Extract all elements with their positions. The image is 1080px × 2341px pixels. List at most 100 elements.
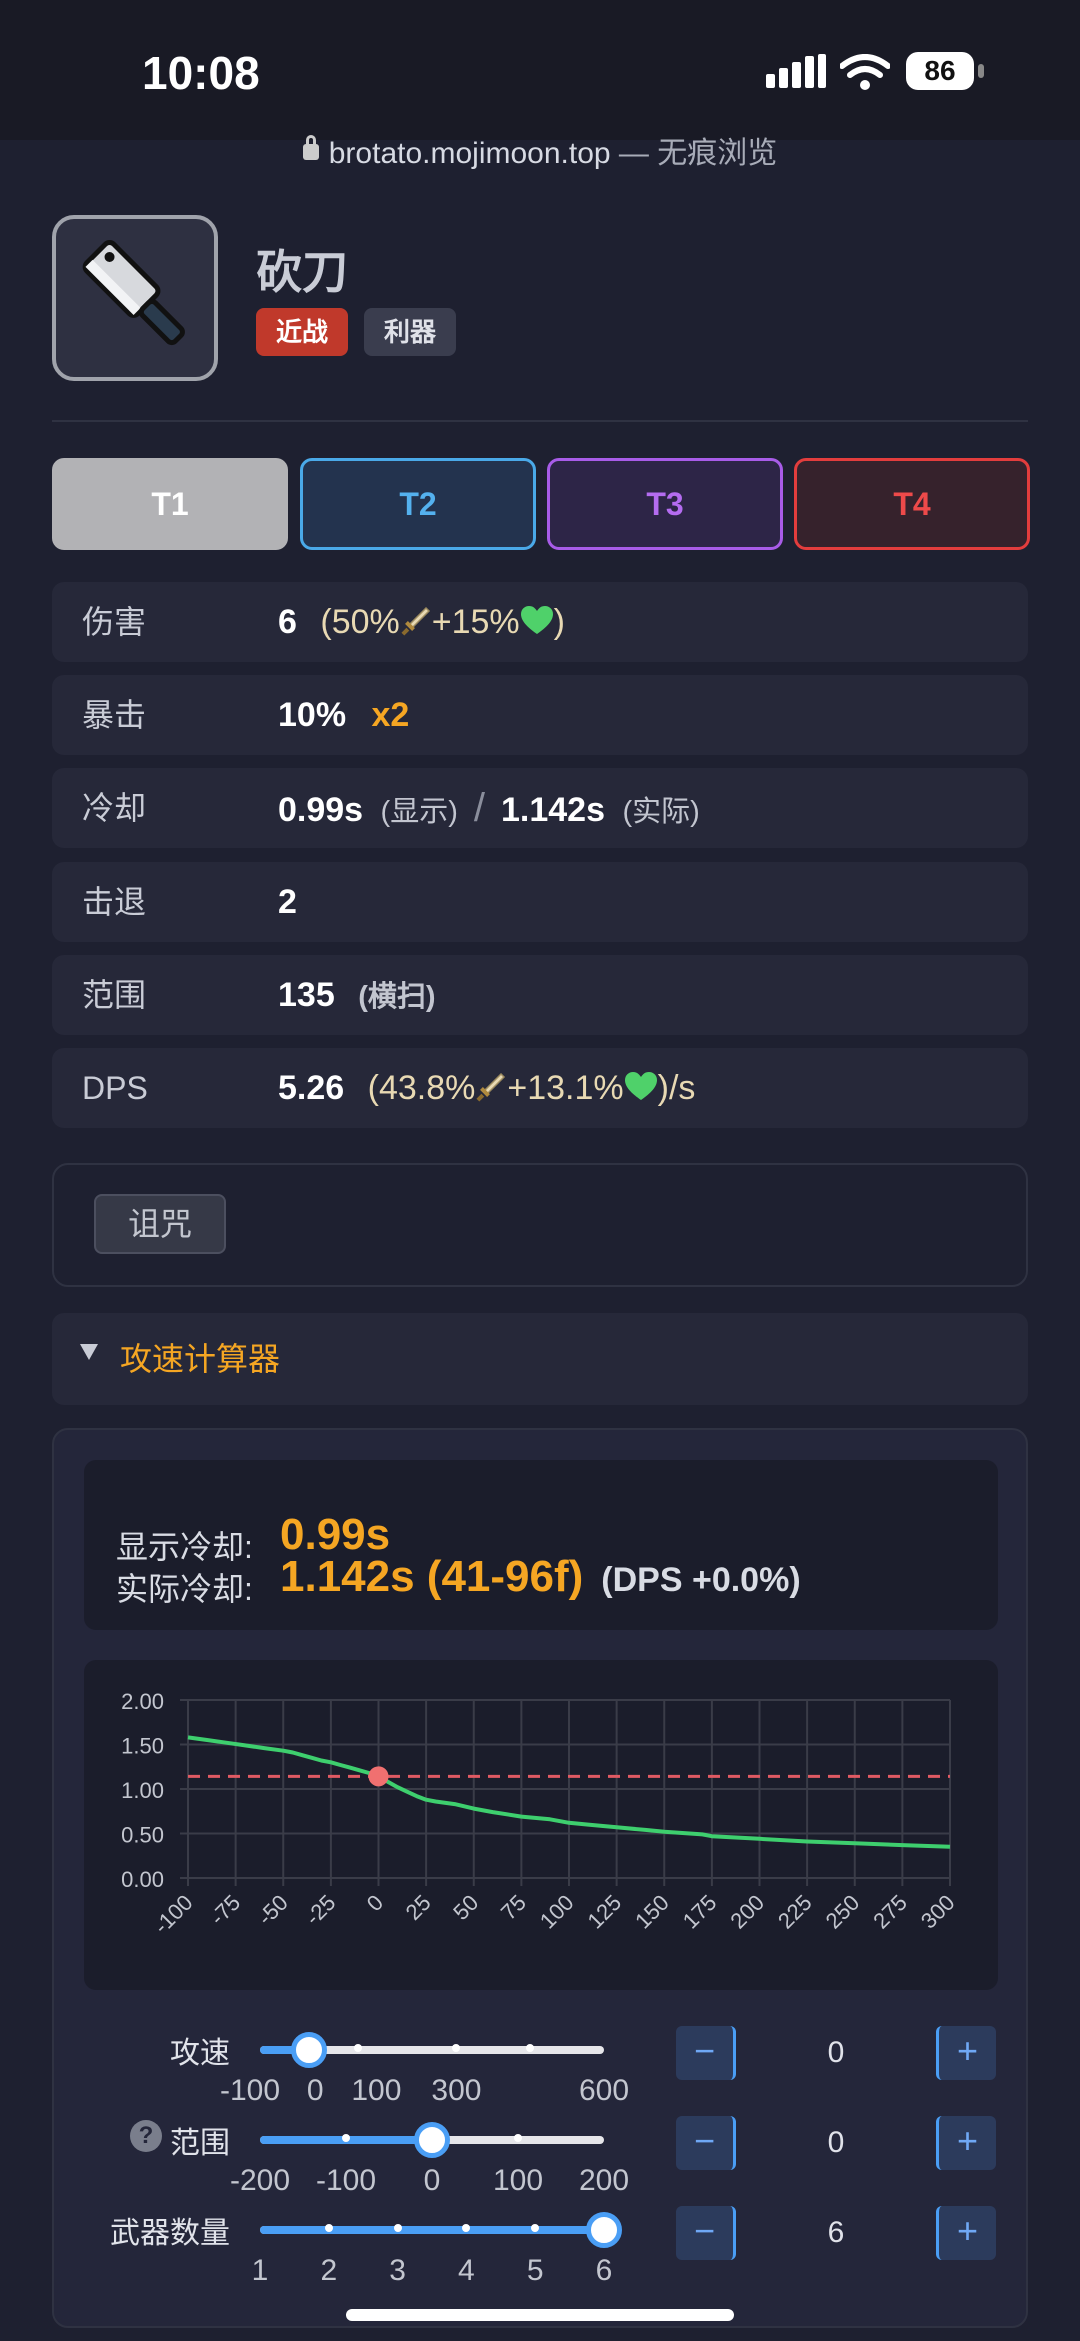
cooldown-actual: 1.142s [501,791,605,829]
chart-x-tick-label: 50 [448,1890,483,1925]
stat-row-crit: 暴击 10% x2 [52,675,1028,755]
curse-button[interactable]: 诅咒 [94,1194,226,1254]
slider-tick-label: 1 [251,2254,269,2287]
url-bar[interactable]: brotato.mojimoon.top — 无痕浏览 [0,128,1080,178]
cooldown-shown: 0.99s [278,791,364,829]
chart-x-tick-label: 75 [496,1890,531,1925]
divider [52,420,1028,422]
cooldown-separator: / [473,786,485,830]
slider-step-dot [324,2224,333,2232]
stat-row-dps: DPS 5.26 (43.8% +13.1%)/s [52,1048,1028,1128]
slider-tick-label: 200 [578,2164,630,2197]
wifi-icon [840,54,890,90]
chart-x-tick-label: 0 [362,1890,388,1916]
weapon-count-value: 6 [827,2216,845,2249]
cooldown-shown-note: (显示) [380,796,458,828]
cleaver-icon [52,215,218,381]
help-icon[interactable]: ? [130,2120,162,2152]
tab-tier-2[interactable]: T2 [300,458,536,550]
chart-y-tick-label: 0.00 [121,1867,164,1892]
chart-x-tick-label: -75 [205,1890,245,1930]
tab-tier-1[interactable]: T1 [52,458,288,550]
home-indicator [346,2309,734,2321]
damage-scaling-plus: +15% [431,603,520,641]
tab-tier-4[interactable]: T4 [794,458,1030,550]
slider-tick-label: -100 [219,2074,281,2107]
attack-speed-value: 0 [827,2036,845,2069]
attack-speed-decrement-button[interactable]: − [676,2026,736,2080]
shown-cooldown-label: 显示冷却: [116,1529,253,1565]
slider-step-dot [514,2134,522,2142]
slider-tick-label: 100 [351,2074,402,2107]
slider-step-dot [452,2044,461,2052]
attack-speed-increment-button[interactable]: + [936,2026,996,2080]
private-mode-label: — 无痕浏览 [610,137,778,170]
chart-y-tick-label: 1.50 [121,1734,164,1759]
range-slider[interactable] [260,2122,604,2158]
tab-tier-3[interactable]: T3 [547,458,783,550]
weapon-count-increment-button[interactable]: + [936,2206,996,2260]
damage-scaling-open: (50% [320,603,400,641]
attack-speed-slider[interactable] [260,2032,604,2068]
tag-melee: 近战 [256,308,349,356]
chart-x-tick-label: 175 [678,1890,722,1934]
weapon-count-slider[interactable] [260,2212,622,2248]
dps-scaling-plus: +13.1% [507,1069,624,1107]
chart-x-tick-label: 250 [821,1890,865,1934]
attack-speed-calculator-toggle[interactable]: 攻速计算器 [52,1313,1028,1405]
status-time: 10:08 [142,47,260,99]
battery-level: 86 [906,52,974,90]
melee-damage-icon [401,606,430,636]
chart-x-tick-label: -50 [253,1890,293,1930]
stat-label: 伤害 [82,604,147,640]
slider-tick-label: 0 [423,2164,441,2197]
range-label: 范围 [170,2127,230,2160]
stat-row-cooldown: 冷却 0.99s (显示) / 1.142s (实际) [52,768,1028,848]
knockback-value: 2 [278,883,297,921]
chart-current-point [368,1766,389,1787]
dps-scaling-close: )/s [657,1069,696,1107]
range-type: (横扫) [358,981,436,1013]
curse-section: 诅咒 [52,1163,1028,1287]
chart-x-tick-label: -100 [149,1890,198,1939]
tag-sharp: 利器 [364,308,457,356]
chart-x-tick-label: 25 [401,1890,436,1925]
weapon-count-decrement-button[interactable]: − [676,2206,736,2260]
range-increment-button[interactable]: + [936,2116,996,2170]
stat-row-knockback: 击退 2 [52,862,1028,942]
crit-chance: 10% [278,696,347,734]
cooldown-chart: 2.00 1.50 1.00 0.50 0.00 -100 -75 -50 -25 0 25 50 75… [84,1660,998,1990]
cooldown-actual-note: (实际) [622,796,700,828]
chart-x-tick-label: 150 [630,1890,674,1934]
slider-thumb[interactable] [414,2122,450,2158]
slider-tick-label: 6 [595,2254,613,2287]
slider-tick-label: 100 [492,2164,544,2197]
chart-x-tick-label: 300 [916,1890,960,1934]
chart-y-tick-label: 2.00 [121,1689,164,1714]
damage-value: 6 [278,603,297,641]
dps-delta: (DPS +0.0%) [601,1561,801,1599]
actual-cooldown-label: 实际冷却: [116,1571,253,1607]
range-value: 0 [827,2126,845,2159]
chart-x-tick-label: 275 [868,1890,912,1934]
caret-down-icon [80,1344,98,1360]
attack-speed-calculator-panel: 显示冷却: 0.99s 实际冷却: 1.142s (41-96f) (DPS +0… [52,1428,1028,2328]
slider-tick-label: 2 [320,2254,338,2287]
slider-tick-label: 3 [389,2254,406,2287]
cellular-signal-icon [766,54,826,88]
slider-thumb[interactable] [586,2212,622,2248]
range-decrement-button[interactable]: − [676,2116,736,2170]
chart-y-tick-label: 1.00 [121,1778,164,1803]
slider-thumb[interactable] [291,2032,328,2068]
slider-tick-label: 4 [458,2254,475,2287]
chart-x-tick-label: -25 [300,1890,340,1930]
slider-step-dot [526,2044,535,2052]
chart-x-tick-label: 225 [773,1890,817,1934]
chart-x-tick-label: 100 [535,1890,579,1934]
status-bar: 10:08 86 brotato.mojimoon.top — 无痕浏览 [0,0,1080,170]
dps-value: 5.26 [278,1069,345,1107]
stat-label: 冷却 [82,790,147,826]
cleaver-image [82,240,185,346]
slider-tick-label: -200 [229,2164,291,2197]
max-hp-icon [624,1072,657,1101]
